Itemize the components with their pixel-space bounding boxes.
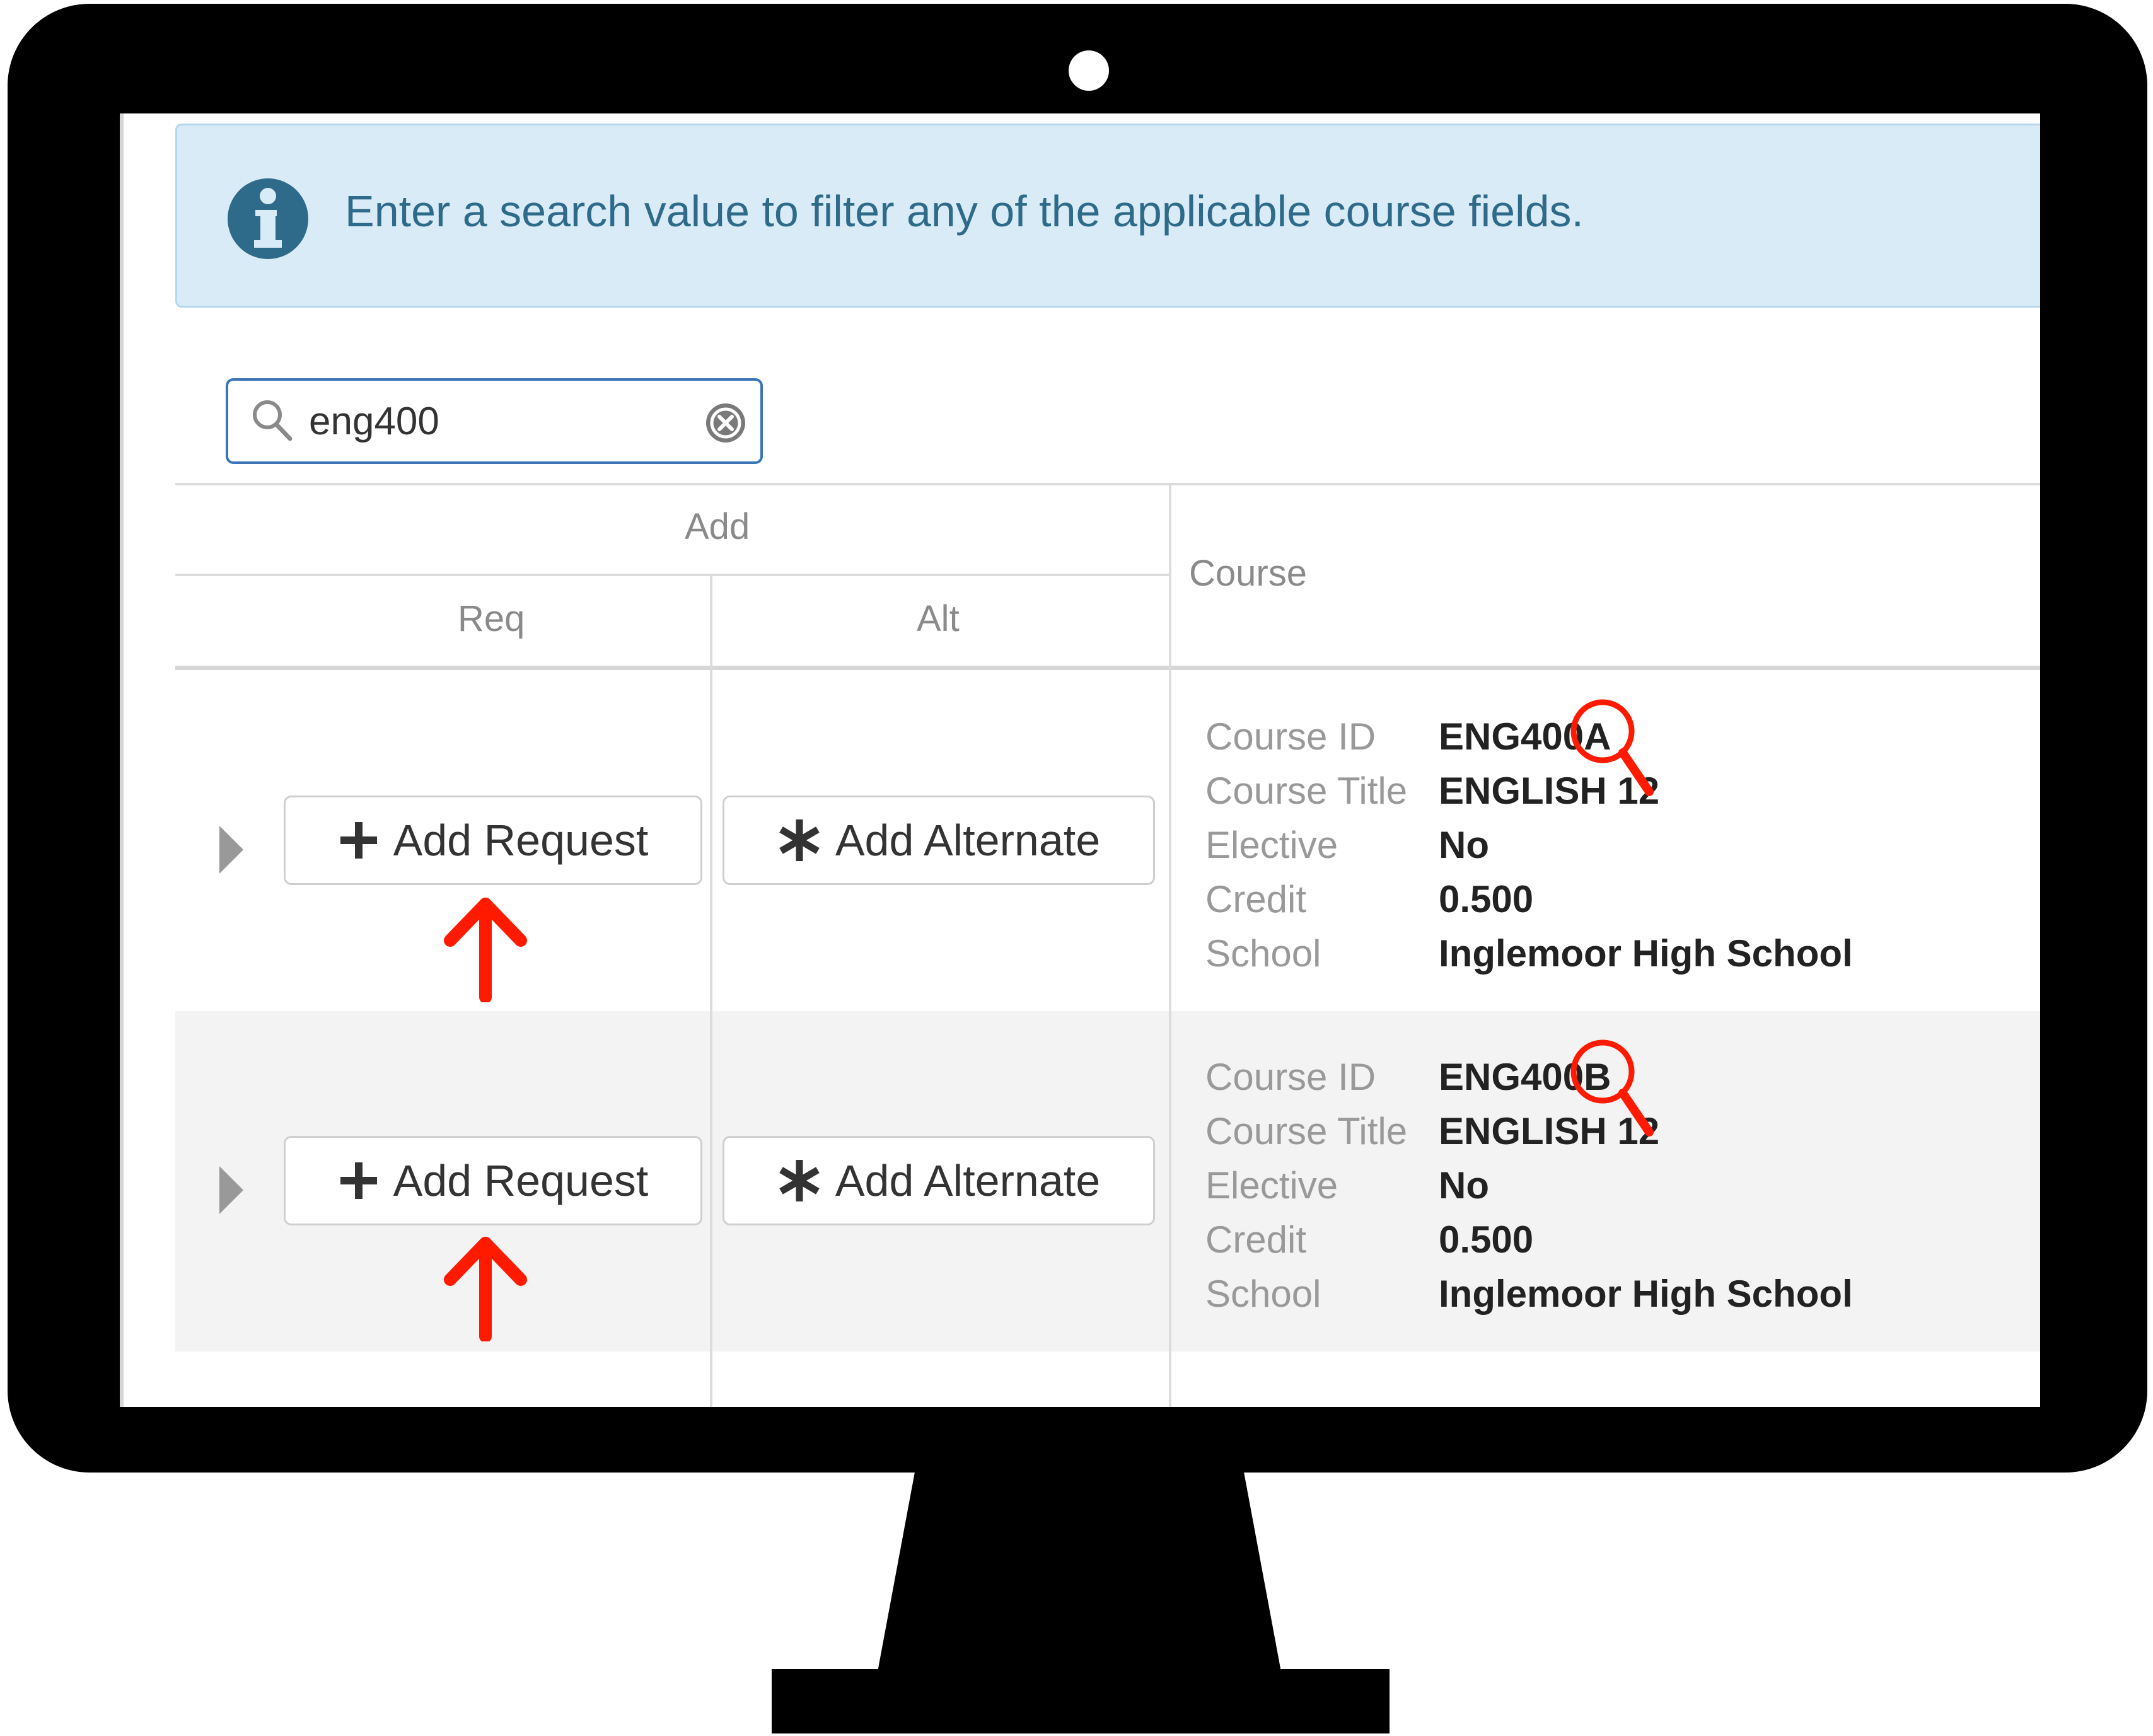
field-label-course-id: Course ID	[1205, 1056, 1376, 1098]
table-top-border	[175, 483, 2040, 485]
field-label-school: School	[1205, 932, 1321, 975]
asterisk-icon	[777, 818, 821, 862]
add-alternate-button[interactable]: Add Alternate	[723, 796, 1155, 885]
info-banner-text: Enter a search value to filter any of th…	[345, 187, 1584, 236]
add-request-label: Add Request	[393, 1156, 649, 1205]
field-label-course-title: Course Title	[1205, 770, 1408, 812]
add-request-label: Add Request	[393, 816, 649, 865]
asterisk-icon	[777, 1159, 821, 1203]
field-value-elective: No	[1439, 824, 1489, 866]
monitor-stand-neck	[878, 1469, 1281, 1672]
expand-row-icon[interactable]	[217, 1165, 245, 1215]
field-label-credit: Credit	[1205, 878, 1307, 920]
col-divider-req-alt	[710, 1011, 712, 1351]
add-alternate-label: Add Alternate	[835, 1156, 1101, 1205]
field-label-elective: Elective	[1205, 1164, 1338, 1207]
monitor-stand-base	[772, 1669, 1390, 1733]
plus-icon	[338, 819, 380, 861]
field-label-course-id: Course ID	[1205, 715, 1376, 758]
search-icon	[253, 400, 293, 441]
expand-row-icon[interactable]	[217, 825, 245, 875]
header-req[interactable]: Req	[458, 598, 525, 640]
magnifier-icon	[1570, 699, 1654, 796]
col-divider-add-course	[1169, 1011, 1171, 1351]
field-value-credit: 0.500	[1439, 1218, 1534, 1261]
field-value-school: Inglemoor High School	[1439, 932, 1853, 975]
camera-dot	[1069, 50, 1109, 91]
search-field[interactable]	[226, 378, 763, 464]
field-value-credit: 0.500	[1439, 878, 1534, 920]
add-header-divider	[175, 574, 1171, 576]
header-add: Add	[685, 506, 750, 547]
field-label-elective: Elective	[1205, 824, 1338, 866]
field-value-school: Inglemoor High School	[1439, 1273, 1853, 1315]
plus-icon	[338, 1160, 380, 1201]
magnifier-icon	[1570, 1039, 1654, 1137]
screen: Enter a search value to filter any of th…	[120, 113, 2040, 1407]
add-alternate-label: Add Alternate	[835, 816, 1101, 865]
info-banner: Enter a search value to filter any of th…	[175, 124, 2040, 308]
screen-left-edge	[120, 113, 124, 1407]
add-request-button[interactable]: Add Request	[284, 1136, 702, 1225]
up-arrow-icon	[444, 1237, 527, 1341]
add-alternate-button[interactable]: Add Alternate	[723, 1136, 1155, 1225]
field-label-school: School	[1205, 1273, 1321, 1315]
field-label-credit: Credit	[1205, 1218, 1307, 1261]
info-icon	[228, 178, 308, 259]
header-course[interactable]: Course	[1189, 552, 1307, 594]
field-value-elective: No	[1439, 1164, 1489, 1207]
field-label-course-title: Course Title	[1205, 1110, 1408, 1152]
search-input[interactable]	[309, 396, 637, 446]
clear-icon[interactable]	[705, 402, 746, 444]
add-request-button[interactable]: Add Request	[284, 796, 702, 885]
up-arrow-icon	[444, 898, 527, 1002]
header-alt[interactable]: Alt	[917, 598, 960, 640]
table-header-bottom-border	[175, 666, 2040, 670]
